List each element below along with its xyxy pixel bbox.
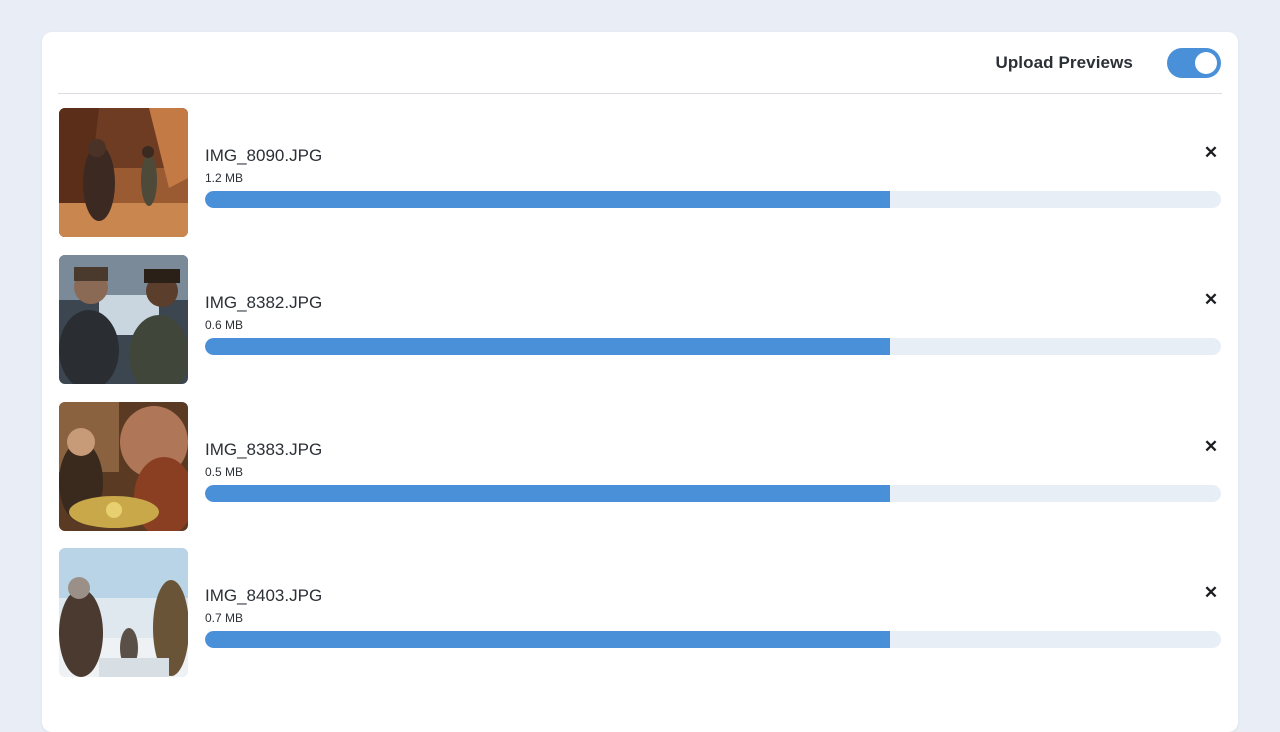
progress-track [205,191,1221,208]
file-size: 0.7 MB [205,611,244,625]
upload-header: Upload Previews [58,32,1222,94]
file-row: IMG_8090.JPG 1.2 MB ✕ [59,108,1222,238]
close-icon[interactable]: ✕ [1202,291,1220,309]
file-name: IMG_8382.JPG [205,293,323,312]
file-thumbnail [59,548,188,677]
file-row: IMG_8403.JPG 0.7 MB ✕ [59,548,1222,678]
file-name: IMG_8090.JPG [205,146,323,165]
file-thumbnail [59,108,188,237]
progress-track [205,485,1221,502]
file-name: IMG_8403.JPG [205,586,323,605]
progress-fill [205,338,890,355]
file-thumbnail [59,255,188,384]
file-size: 0.6 MB [205,318,244,332]
upload-previews-label: Upload Previews [995,53,1133,72]
file-row: IMG_8382.JPG 0.6 MB ✕ [59,255,1222,385]
progress-track [205,631,1221,648]
progress-fill [205,631,890,648]
close-icon[interactable]: ✕ [1202,144,1220,162]
file-size: 0.5 MB [205,465,244,479]
toggle-knob [1195,52,1217,74]
close-icon[interactable]: ✕ [1202,438,1220,456]
progress-fill [205,485,890,502]
file-name: IMG_8383.JPG [205,440,323,459]
file-size: 1.2 MB [205,171,244,185]
upload-previews-toggle[interactable] [1167,48,1221,78]
progress-fill [205,191,890,208]
progress-track [205,338,1221,355]
upload-panel: Upload Previews IMG_8090.JPG 1.2 MB ✕ IM… [42,32,1238,732]
file-row: IMG_8383.JPG 0.5 MB ✕ [59,402,1222,532]
file-thumbnail [59,402,188,531]
close-icon[interactable]: ✕ [1202,584,1220,602]
